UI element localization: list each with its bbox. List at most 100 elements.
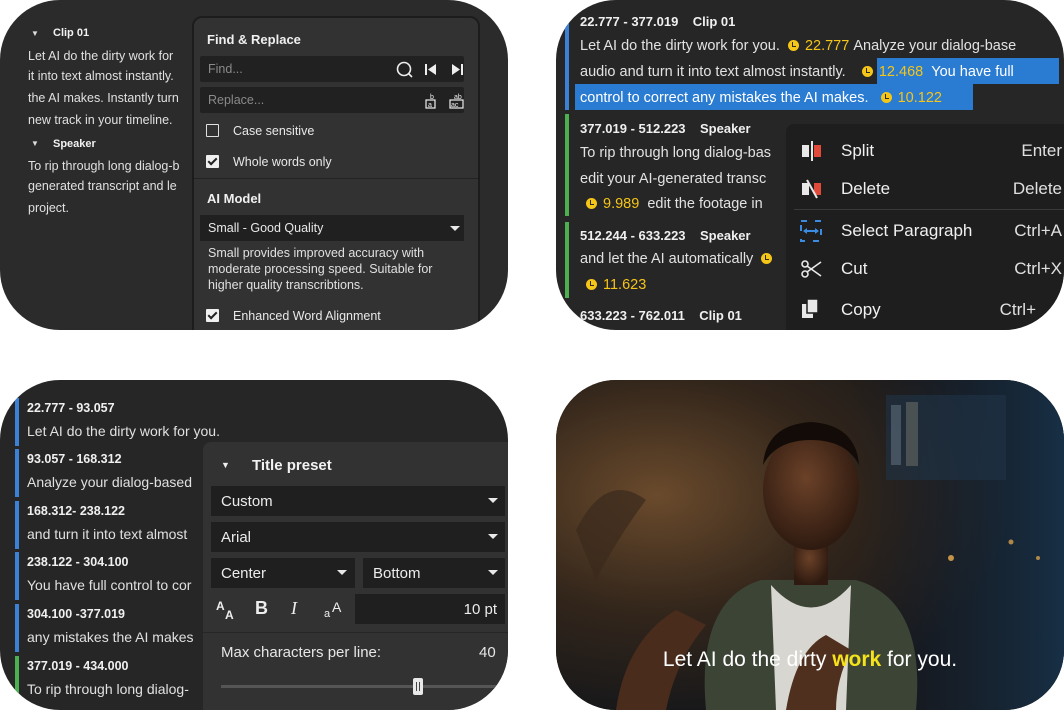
scissors-icon bbox=[801, 260, 822, 278]
font-size-value: 10 pt bbox=[463, 601, 497, 618]
timestamp: 12.468 bbox=[878, 64, 924, 80]
clock-icon bbox=[586, 279, 597, 290]
context-menu-card: 22.777 - 377.019 Clip 01 Let AI do the d… bbox=[556, 0, 1064, 330]
max-chars-value: 40 bbox=[479, 644, 496, 661]
segment-label: Clip 01 bbox=[699, 308, 742, 323]
transcript-line[interactable]: To rip through long dialog-bas bbox=[580, 145, 771, 161]
svg-text:a: a bbox=[428, 102, 432, 109]
menu-label: Select Paragraph bbox=[841, 221, 973, 240]
segment-range: 512.244 - 633.223 bbox=[580, 228, 686, 243]
menu-shortcut: Enter bbox=[1021, 141, 1062, 160]
divider bbox=[194, 178, 478, 179]
segment-marker bbox=[565, 222, 569, 298]
previous-match-icon[interactable] bbox=[424, 63, 438, 76]
transcript-line[interactable]: audio and turn it into text almost insta… bbox=[580, 64, 1014, 80]
subtitle-text[interactable]: You have full control to cor bbox=[27, 577, 191, 593]
search-icon[interactable] bbox=[396, 61, 414, 79]
alignment-value: Center bbox=[221, 565, 267, 582]
segment-label: Speaker bbox=[700, 228, 751, 243]
menu-label: Split bbox=[841, 141, 875, 160]
caption-text: Let AI do the dirty bbox=[662, 648, 827, 671]
segment-marker bbox=[15, 398, 19, 446]
alignment-select[interactable]: Center bbox=[211, 558, 355, 588]
segment-range: 22.777 - 377.019 bbox=[580, 14, 679, 29]
subtitle-caption: Let AI do the dirty work for you. bbox=[556, 648, 1064, 672]
case-sensitive-checkbox[interactable] bbox=[206, 124, 219, 137]
subtitle-text[interactable]: Let AI do the dirty work for you. bbox=[27, 423, 220, 439]
timestamp: 22.777 bbox=[804, 38, 850, 54]
find-input[interactable]: Find... bbox=[200, 56, 464, 82]
transcript-line[interactable]: control to correct any mistakes the AI m… bbox=[580, 90, 942, 106]
segment-marker bbox=[15, 604, 19, 652]
transcript-line[interactable]: 11.623 bbox=[586, 277, 646, 293]
whole-words-checkbox[interactable] bbox=[206, 155, 219, 168]
timestamp: 10.122 bbox=[897, 90, 942, 106]
transcript-text: and let the AI automatically bbox=[580, 251, 754, 267]
find-replace-panel: Find & Replace Find... Replace... ba ab a… bbox=[192, 16, 480, 330]
transcript-line[interactable]: and let the AI automatically bbox=[580, 251, 778, 267]
transcript-text: Let AI do the dirty work for you. bbox=[580, 38, 780, 54]
caption-text: for you. bbox=[887, 648, 958, 671]
svg-text:A: A bbox=[332, 599, 342, 615]
enhanced-alignment-checkbox[interactable] bbox=[206, 309, 219, 322]
position-select[interactable]: Bottom bbox=[363, 558, 505, 588]
clip-header: Clip 01 bbox=[53, 27, 90, 39]
bold-icon[interactable]: B bbox=[255, 598, 268, 619]
preset-select[interactable]: Custom bbox=[211, 486, 505, 516]
collapse-speaker-icon[interactable]: ▼ bbox=[31, 139, 39, 148]
menu-label: Delete bbox=[841, 179, 891, 198]
transcript-line[interactable]: Let AI do the dirty work for you. 22.777… bbox=[580, 38, 1016, 54]
transcript-line: it into text almost instantly. bbox=[28, 69, 174, 83]
ai-model-title: AI Model bbox=[207, 191, 262, 206]
font-size-icon[interactable]: aA bbox=[323, 598, 347, 620]
replace-all-icon[interactable]: abac bbox=[448, 92, 466, 109]
collapse-icon[interactable]: ▼ bbox=[221, 460, 230, 470]
segment-header: 377.019 - 512.223 Speaker bbox=[580, 121, 751, 136]
clock-icon bbox=[761, 253, 773, 264]
font-select[interactable]: Arial bbox=[211, 522, 505, 552]
menu-shortcut: Ctrl+X bbox=[1014, 259, 1062, 278]
svg-text:A: A bbox=[216, 599, 225, 613]
segment-header: 633.223 - 762.011 Clip 01 bbox=[580, 308, 742, 323]
transcript-line: new track in your timeline. bbox=[28, 113, 173, 127]
ai-model-selected: Small - Good Quality bbox=[208, 221, 324, 235]
clock-icon bbox=[880, 92, 892, 103]
collapse-clip-icon[interactable]: ▼ bbox=[31, 29, 39, 38]
replace-input[interactable]: Replace... ba ab ac bbox=[200, 87, 464, 113]
delete-icon bbox=[802, 179, 821, 199]
subtitle-text[interactable]: Analyze your dialog-based bbox=[27, 474, 192, 490]
transcript-text: Analyze your dialog-base bbox=[853, 38, 1017, 54]
subtitle-text[interactable]: To rip through long dialog- bbox=[27, 681, 189, 697]
slider-handle[interactable] bbox=[412, 678, 423, 695]
segment-range: 238.122 - 304.100 bbox=[27, 555, 129, 569]
divider bbox=[203, 632, 508, 633]
segment-marker bbox=[15, 501, 19, 549]
italic-icon[interactable]: I bbox=[291, 598, 297, 619]
menu-divider bbox=[794, 209, 1064, 210]
subtitle-text[interactable]: and turn it into text almost bbox=[27, 526, 187, 542]
menu-shortcut: Delete bbox=[1012, 179, 1062, 198]
transcript-line[interactable]: edit your AI-generated transc bbox=[580, 171, 766, 187]
preset-value: Custom bbox=[221, 493, 273, 510]
segment-range: 168.312- 238.122 bbox=[27, 504, 126, 518]
max-chars-slider[interactable] bbox=[221, 678, 505, 695]
ai-model-select[interactable]: Small - Good Quality bbox=[200, 215, 464, 241]
segment-header: 22.777 - 377.019 Clip 01 bbox=[580, 14, 735, 29]
copy-icon bbox=[802, 298, 819, 318]
clock-icon bbox=[586, 198, 597, 209]
case-sensitive-label: Case sensitive bbox=[233, 124, 315, 138]
ai-model-description: Small provides improved accuracy with mo… bbox=[208, 246, 433, 292]
timestamp: 9.989 bbox=[603, 196, 640, 212]
transcript-line: generated transcript and le bbox=[28, 179, 177, 193]
subtitle-text[interactable]: any mistakes the AI makes bbox=[27, 629, 194, 645]
next-match-icon[interactable] bbox=[450, 63, 464, 76]
font-color-icon[interactable]: AA bbox=[215, 599, 239, 621]
segment-label: Speaker bbox=[700, 121, 751, 136]
transcript-line[interactable]: 9.989 edit the footage in bbox=[586, 196, 763, 212]
menu-label: Cut bbox=[841, 259, 868, 278]
replace-one-icon[interactable]: ba bbox=[424, 92, 440, 109]
segment-marker bbox=[15, 552, 19, 600]
font-size-input[interactable]: 10 pt bbox=[355, 594, 505, 624]
transcript-line: Let AI do the dirty work for bbox=[28, 49, 174, 63]
chevron-down-icon bbox=[488, 498, 498, 503]
